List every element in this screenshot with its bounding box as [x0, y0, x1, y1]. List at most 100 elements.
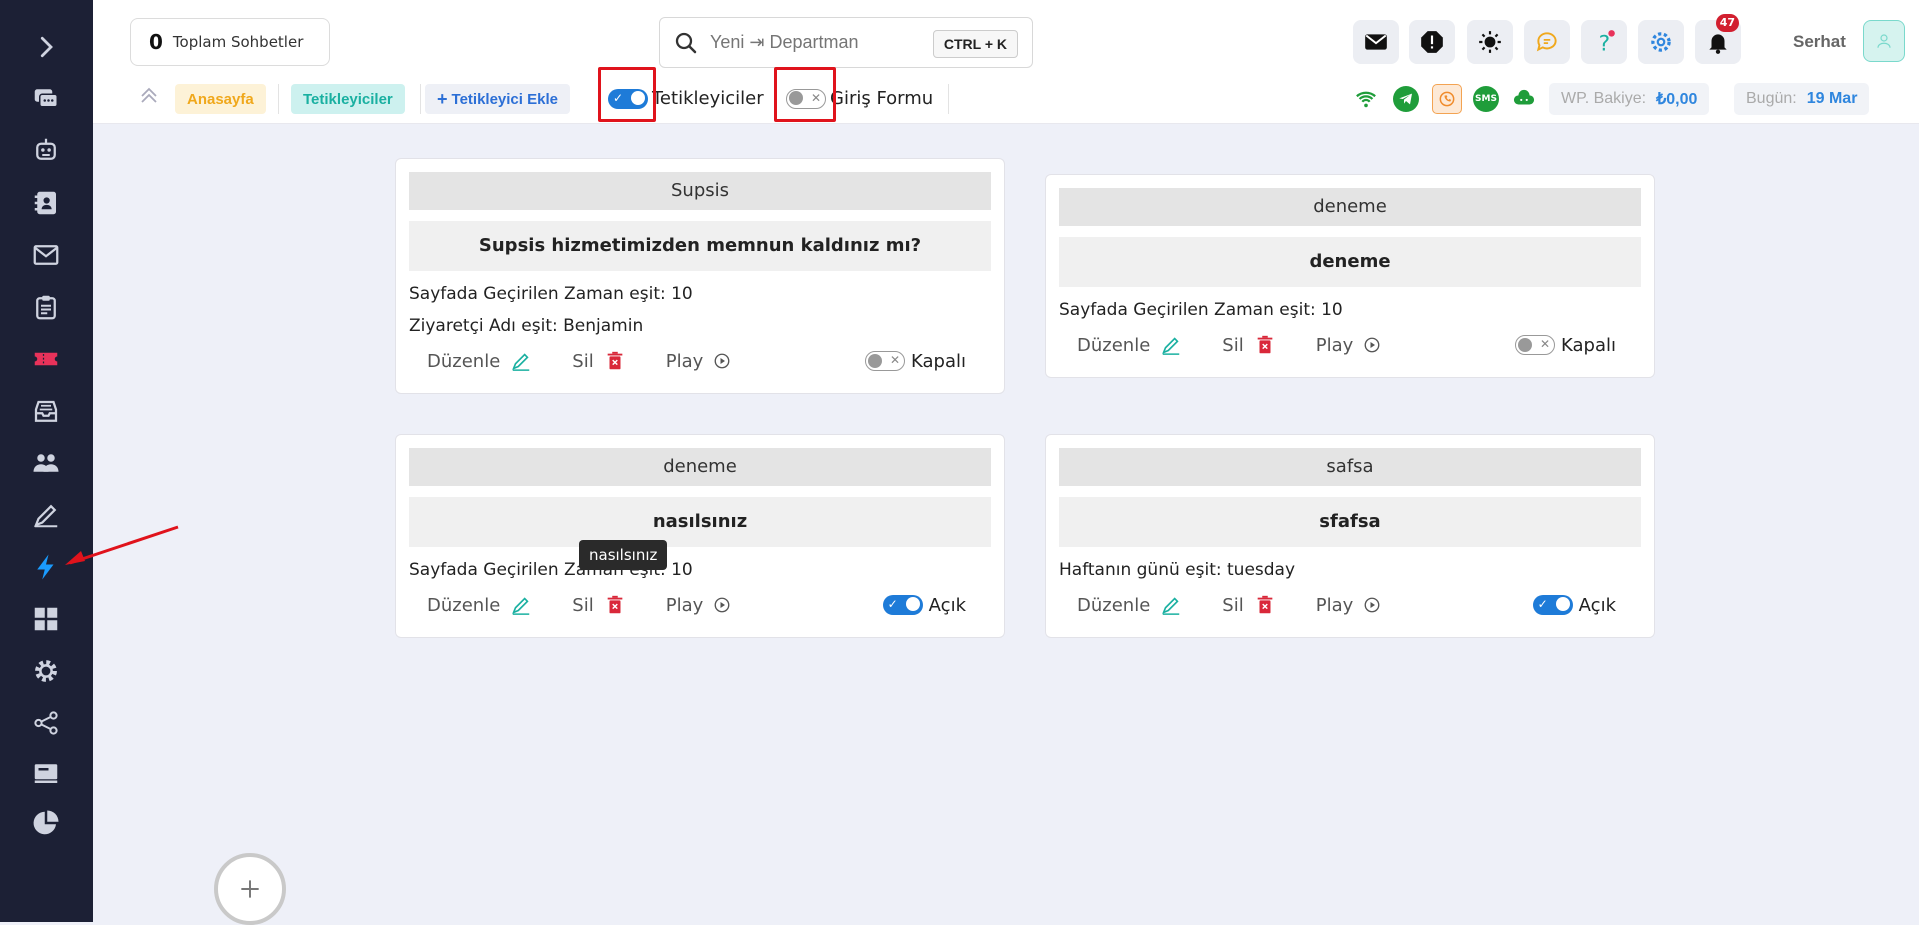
dashboard-icon[interactable]: [29, 602, 63, 636]
expand-sidebar-icon[interactable]: [29, 30, 63, 64]
bot-icon[interactable]: [29, 133, 63, 167]
balance-label: WP. Bakiye:: [1561, 90, 1647, 107]
lightning-icon[interactable]: [29, 550, 63, 584]
user-name[interactable]: Serhat: [1793, 32, 1846, 52]
alert-button[interactable]: [1409, 20, 1455, 64]
delete-label: Sil: [572, 350, 594, 372]
share-icon[interactable]: [29, 706, 63, 740]
card-toggle[interactable]: ✓: [1532, 595, 1573, 615]
whatsapp-icon[interactable]: [1432, 84, 1462, 114]
pencil-icon: [512, 353, 530, 371]
divider: [948, 84, 949, 114]
card-caption: Supsis: [409, 172, 991, 210]
total-chats-box[interactable]: 0 Toplam Sohbetler: [130, 18, 330, 66]
edit-label: Düzenle: [427, 350, 501, 372]
notifications-button[interactable]: 47: [1695, 14, 1741, 64]
users-icon[interactable]: [29, 446, 63, 480]
edit-button[interactable]: Düzenle: [427, 350, 532, 372]
edit-button[interactable]: Düzenle: [1077, 334, 1182, 356]
inbox-icon[interactable]: [29, 395, 63, 429]
tooltip: nasılsınız: [579, 540, 668, 570]
pen-icon[interactable]: [29, 498, 63, 532]
play-button[interactable]: Play: [666, 595, 732, 616]
trigger-card: deneme deneme Sayfada Geçirilen Zaman eş…: [1045, 174, 1655, 378]
pie-chart-icon[interactable]: [29, 806, 63, 840]
edit-button[interactable]: Düzenle: [427, 594, 532, 616]
chat-icon[interactable]: [29, 81, 63, 115]
play-button[interactable]: Play: [1316, 335, 1382, 356]
login-form-toggle-label: Giriş Formu: [830, 88, 934, 109]
notification-badge: 47: [1715, 14, 1739, 32]
card-title: deneme: [1059, 237, 1641, 287]
top-header: 0 Toplam Sohbetler CTRL + K ? 47 Serhat: [93, 0, 1919, 74]
question-mark-icon: ?: [1599, 30, 1615, 55]
user-icon: [1877, 34, 1891, 48]
help-button[interactable]: ?: [1581, 20, 1627, 64]
today-value: 19 Mar: [1806, 90, 1858, 107]
svg-text:?: ?: [1599, 32, 1611, 55]
annotation-highlight-box: [598, 67, 656, 122]
settings-button[interactable]: [1638, 20, 1684, 64]
theme-button[interactable]: [1467, 20, 1513, 64]
monitor-icon[interactable]: [29, 756, 63, 790]
card-title: nasılsınız: [409, 497, 991, 547]
card-title: Supsis hizmetimizden memnun kaldınız mı?: [409, 221, 991, 271]
trash-icon: [1257, 595, 1273, 614]
play-circle-icon: [1364, 597, 1380, 613]
breadcrumb-home[interactable]: Anasayfa: [175, 84, 266, 114]
delete-button[interactable]: Sil: [1222, 334, 1275, 356]
card-condition: Haftanın günü eşit: tuesday: [1059, 560, 1296, 580]
bell-icon: [1709, 34, 1727, 54]
avatar[interactable]: [1863, 20, 1905, 62]
total-chats-count: 0: [149, 30, 163, 54]
search-box[interactable]: CTRL + K: [659, 17, 1033, 68]
envelope-icon: [1365, 34, 1387, 50]
annotation-arrow-icon: [65, 525, 179, 565]
search-input[interactable]: [708, 31, 928, 54]
annotation-highlight-box: [774, 67, 836, 122]
trash-icon: [607, 595, 623, 614]
card-toggle[interactable]: ✓: [882, 595, 923, 615]
play-button[interactable]: Play: [1316, 595, 1382, 616]
today-label: Bugün:: [1746, 90, 1797, 107]
cloud-chat-icon[interactable]: [1511, 86, 1537, 112]
card-title: sfafsa: [1059, 497, 1641, 547]
card-actions: Düzenle Sil Play ✓ Açık: [1077, 590, 1634, 620]
add-trigger-button[interactable]: + Tetikleyici Ekle: [425, 84, 570, 114]
sub-toolbar: Anasayfa Tetikleyiciler + Tetikleyici Ek…: [93, 67, 1919, 124]
gear-icon: [1651, 32, 1671, 52]
add-floating-button[interactable]: [214, 853, 286, 925]
mail-button[interactable]: [1353, 20, 1399, 64]
card-status-label: Kapalı: [911, 350, 966, 372]
play-circle-icon: [714, 353, 730, 369]
play-label: Play: [665, 594, 704, 616]
play-label: Play: [1315, 334, 1354, 356]
mail-icon[interactable]: [29, 238, 63, 272]
clipboard-icon[interactable]: [29, 290, 63, 324]
card-actions: Düzenle Sil Play ✕ Kapalı: [427, 346, 984, 376]
pencil-icon: [1162, 597, 1180, 615]
feedback-button[interactable]: [1524, 20, 1570, 64]
card-toggle[interactable]: ✕: [1515, 335, 1556, 355]
breadcrumb-triggers[interactable]: Tetikleyiciler: [291, 84, 405, 114]
card-status: ✓ Açık: [882, 595, 966, 616]
telegram-icon[interactable]: [1393, 86, 1419, 112]
edit-label: Düzenle: [427, 594, 501, 616]
chevron-up-icon[interactable]: [137, 84, 161, 108]
trigger-card: Supsis Supsis hizmetimizden memnun kaldı…: [395, 158, 1005, 394]
delete-button[interactable]: Sil: [572, 594, 625, 616]
today-date: Bugün: 19 Mar: [1734, 83, 1870, 115]
delete-button[interactable]: Sil: [1222, 594, 1275, 616]
settings-gear-icon[interactable]: [29, 654, 63, 688]
contacts-icon[interactable]: [29, 186, 63, 220]
search-icon: [675, 32, 697, 53]
wifi-icon[interactable]: [1353, 86, 1379, 112]
delete-button[interactable]: Sil: [572, 350, 625, 372]
edit-button[interactable]: Düzenle: [1077, 594, 1182, 616]
card-actions: Düzenle Sil Play ✕ Kapalı: [1077, 330, 1634, 360]
ticket-icon[interactable]: [29, 342, 63, 376]
edit-label: Düzenle: [1077, 334, 1151, 356]
sms-icon[interactable]: SMS: [1473, 86, 1499, 112]
card-toggle[interactable]: ✕: [865, 351, 906, 371]
play-button[interactable]: Play: [666, 351, 732, 372]
